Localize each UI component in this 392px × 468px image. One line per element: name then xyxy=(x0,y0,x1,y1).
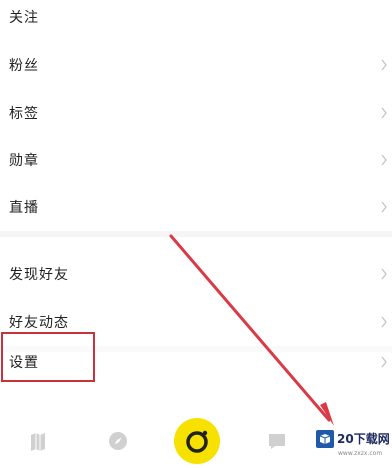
menu-item-label: 勋章 xyxy=(9,153,39,169)
tab-explore[interactable] xyxy=(88,413,148,468)
cube-logo-icon xyxy=(316,430,334,448)
tab-messages[interactable] xyxy=(247,413,307,468)
menu-item-label: 关注 xyxy=(9,10,39,26)
chevron-right-icon xyxy=(381,316,387,328)
menu-item-label: 粉丝 xyxy=(9,58,39,74)
settings-highlight-box xyxy=(1,332,95,382)
camera-icon xyxy=(174,417,220,464)
compass-icon xyxy=(109,431,127,450)
group-divider xyxy=(0,231,392,237)
watermark: 20下载网 www.zxzx.com xyxy=(312,428,392,466)
menu-item-tags[interactable]: 标签 xyxy=(0,91,392,135)
message-icon xyxy=(269,433,285,449)
profile-menu-page: 关注 粉丝 标签 勋章 直播 发现好友 好友动态 设置 20下载网 www.zx… xyxy=(0,0,392,468)
watermark-site: www.zxzx.com xyxy=(338,450,383,457)
tab-map[interactable] xyxy=(8,413,68,468)
chevron-right-icon xyxy=(381,201,387,213)
menu-item-label: 好友动态 xyxy=(9,315,69,331)
menu-item-discover-friends[interactable]: 发现好友 xyxy=(0,252,392,296)
chevron-right-icon xyxy=(381,154,387,166)
menu-item-badges[interactable]: 勋章 xyxy=(0,138,392,182)
tab-camera[interactable] xyxy=(167,413,227,468)
menu-item-live[interactable]: 直播 xyxy=(0,185,392,229)
menu-item-label: 标签 xyxy=(9,106,39,122)
menu-item-label: 直播 xyxy=(9,200,39,216)
chevron-right-icon xyxy=(381,268,387,280)
menu-item-label: 发现好友 xyxy=(9,267,69,283)
watermark-brand: 20下载网 xyxy=(337,432,390,446)
chevron-right-icon xyxy=(381,107,387,119)
map-icon xyxy=(31,432,45,451)
menu-item-fans[interactable]: 粉丝 xyxy=(0,43,392,87)
chevron-right-icon xyxy=(381,59,387,71)
menu-item-following[interactable]: 关注 xyxy=(0,0,392,39)
chevron-right-icon xyxy=(381,356,387,368)
